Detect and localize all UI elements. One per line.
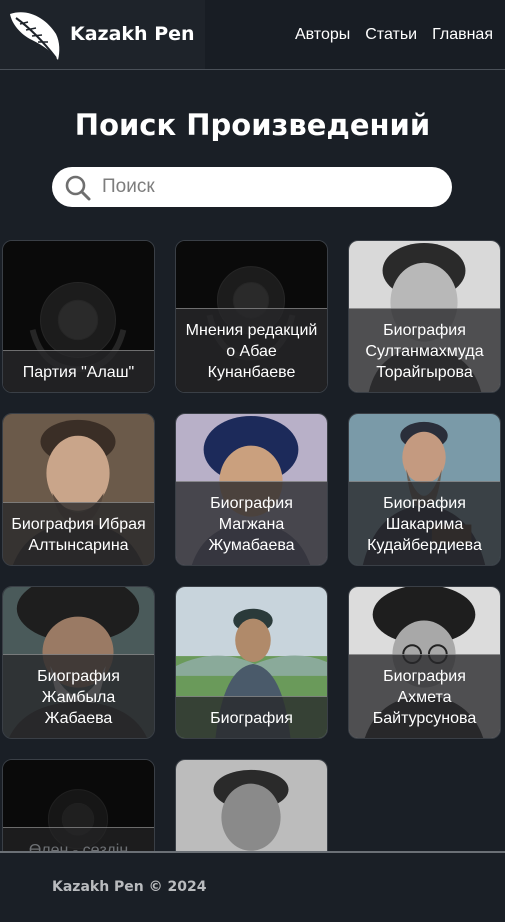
card-caption: Биография Ахмета Байтурсунова bbox=[349, 654, 500, 738]
logo-link[interactable]: Kazakh Pen bbox=[0, 0, 205, 69]
work-card[interactable]: Партия "Алаш" bbox=[2, 240, 155, 393]
brand-name: Kazakh Pen bbox=[70, 23, 195, 45]
card-caption: Партия "Алаш" bbox=[3, 350, 154, 392]
card-caption: Биография Магжана Жумабаева bbox=[176, 481, 327, 565]
site-footer: Kazakh Pen © 2024 bbox=[0, 851, 505, 922]
search-input[interactable] bbox=[102, 167, 437, 207]
work-card[interactable]: Биография Ибрая Алтынсарина bbox=[2, 413, 155, 566]
page-title: Поиск Произведений bbox=[74, 108, 431, 142]
card-caption: Биография Султанмахмуда Торайгырова bbox=[349, 308, 500, 392]
work-card[interactable]: Биография Султанмахмуда Торайгырова bbox=[348, 240, 501, 393]
work-card[interactable]: Биография Ахмета Байтурсунова bbox=[348, 586, 501, 739]
nav-home-link[interactable]: Главная bbox=[432, 26, 493, 44]
site-header: Kazakh Pen Авторы Статьи Главная bbox=[0, 0, 505, 70]
work-card[interactable]: Биография Магжана Жумабаева bbox=[175, 413, 328, 566]
work-card[interactable]: Биография bbox=[175, 586, 328, 739]
footer-copyright: Kazakh Pen © 2024 bbox=[52, 879, 207, 895]
nav-authors-link[interactable]: Авторы bbox=[295, 26, 350, 44]
work-card[interactable]: Биография Шакарима Кудайбердиева bbox=[348, 413, 501, 566]
work-card[interactable]: Биография Жамбыла Жабаева bbox=[2, 586, 155, 739]
work-card[interactable]: Мнения редакций о Абае Кунанбаеве bbox=[175, 240, 328, 393]
quill-logo-icon bbox=[10, 12, 60, 61]
card-caption: Биография bbox=[176, 696, 327, 738]
card-caption: Биография Ибрая Алтынсарина bbox=[3, 502, 154, 565]
main-nav: Авторы Статьи Главная bbox=[295, 26, 493, 44]
card-caption: Биография Жамбыла Жабаева bbox=[3, 654, 154, 738]
works-grid: Партия "Алаш" Мнения редакций о Абае Кун… bbox=[2, 240, 502, 912]
nav-articles-link[interactable]: Статьи bbox=[365, 26, 417, 44]
card-caption: Биография Шакарима Кудайбердиева bbox=[349, 481, 500, 565]
search-bar bbox=[52, 167, 452, 207]
card-caption: Мнения редакций о Абае Кунанбаеве bbox=[176, 308, 327, 392]
search-icon bbox=[65, 175, 91, 201]
